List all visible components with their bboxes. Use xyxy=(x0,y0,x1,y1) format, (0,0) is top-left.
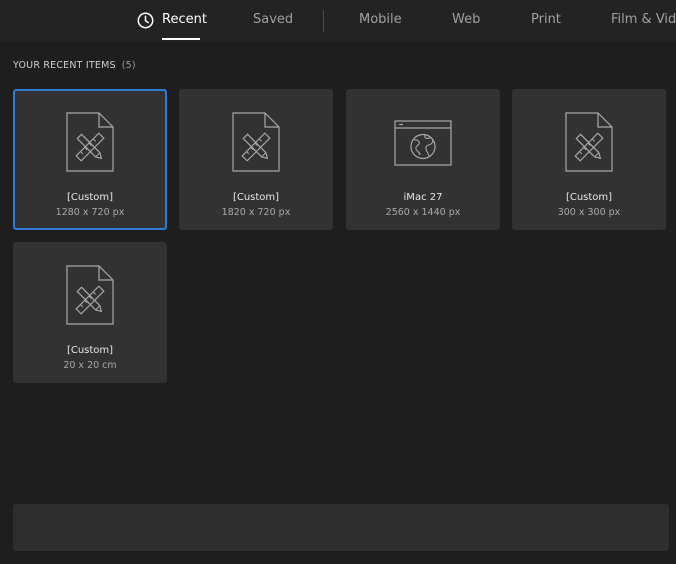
item-size: 1280 x 720 px xyxy=(55,207,125,218)
item-name: iMac 27 xyxy=(403,192,443,203)
item-size: 20 x 20 cm xyxy=(63,360,117,371)
tab-recent[interactable]: Recent xyxy=(162,0,207,41)
new-document-window: Recent Saved Mobile Web Print Film & Vid… xyxy=(0,0,676,564)
recent-item-card[interactable]: [Custom] 1280 x 720 px xyxy=(13,89,167,230)
item-name: [Custom] xyxy=(232,192,280,203)
active-tab-indicator xyxy=(162,38,200,40)
tab-saved[interactable]: Saved xyxy=(253,0,293,41)
recent-item-card[interactable]: [Custom] 1820 x 720 px xyxy=(179,89,333,230)
category-tab-bar: Recent Saved Mobile Web Print Film & Vid… xyxy=(0,0,676,41)
document-pencil-ruler-icon xyxy=(232,112,280,172)
tab-divider xyxy=(323,10,324,32)
section-title-text: YOUR RECENT ITEMS xyxy=(13,60,116,71)
section-item-count: (5) xyxy=(121,60,136,71)
tab-film-video[interactable]: Film & Video xyxy=(611,0,676,41)
section-heading: YOUR RECENT ITEMS (5) xyxy=(13,60,136,71)
recent-item-card[interactable]: [Custom] 20 x 20 cm xyxy=(13,242,167,383)
item-name: [Custom] xyxy=(66,345,114,356)
item-size: 1820 x 720 px xyxy=(221,207,291,218)
browser-globe-icon xyxy=(394,120,452,166)
tab-print[interactable]: Print xyxy=(531,0,561,41)
item-size: 2560 x 1440 px xyxy=(385,207,461,218)
tab-web[interactable]: Web xyxy=(452,0,480,41)
item-size: 300 x 300 px xyxy=(557,207,621,218)
clock-icon xyxy=(137,12,154,29)
tab-mobile[interactable]: Mobile xyxy=(359,0,402,41)
item-name: [Custom] xyxy=(66,192,114,203)
item-name: [Custom] xyxy=(565,192,613,203)
bottom-panel xyxy=(13,504,669,551)
document-pencil-ruler-icon xyxy=(66,265,114,325)
recent-item-card[interactable]: [Custom] 300 x 300 px xyxy=(512,89,666,230)
document-pencil-ruler-icon xyxy=(565,112,613,172)
document-pencil-ruler-icon xyxy=(66,112,114,172)
recent-item-card[interactable]: iMac 27 2560 x 1440 px xyxy=(346,89,500,230)
